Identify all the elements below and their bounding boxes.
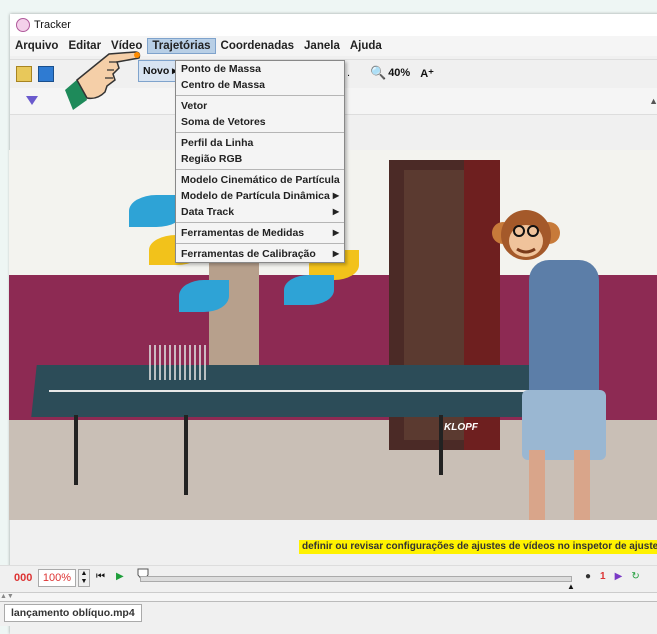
menu-item[interactable]: Ferramentas de Medidas ▶	[176, 225, 344, 241]
person-leg	[529, 450, 545, 520]
submenu-arrow-icon: ▶	[332, 207, 339, 216]
zoom-level: 40%	[388, 67, 411, 79]
font-size-icon[interactable]: A⁺	[420, 67, 434, 80]
zoom-control[interactable]: 🔍 40% A⁺	[370, 65, 434, 81]
video-tab[interactable]: lançamento oblíquo.mp4	[4, 604, 142, 622]
menu-item[interactable]: Data Track ▶	[176, 204, 344, 220]
title-bar: Tracker	[10, 14, 657, 36]
track-dropdown-icon[interactable]	[26, 96, 38, 105]
menu-item[interactable]: Região RGB	[176, 151, 344, 167]
magnifier-icon: 🔍	[370, 65, 387, 80]
pointing-hand-icon	[65, 51, 141, 110]
status-hint: definir ou revisar configurações de ajus…	[299, 540, 657, 554]
submenu-arrow-icon: ▶	[332, 249, 339, 258]
menu-trajetorias[interactable]: Trajetórias	[147, 38, 216, 54]
menu-item-label: Soma de Vetores	[181, 116, 266, 128]
menu-separator	[176, 243, 344, 244]
novo-label: Novo	[143, 65, 170, 77]
menu-item-label: Região RGB	[181, 153, 243, 165]
menu-item[interactable]: Vetor	[176, 98, 344, 114]
menu-item-label: Modelo Cinemático de Partícula	[181, 174, 340, 186]
frame-counter[interactable]: 000	[14, 572, 32, 584]
menu-item-label: Perfil da Linha	[181, 137, 254, 149]
menu-separator	[176, 222, 344, 223]
end-marker-icon[interactable]: ▲	[567, 582, 575, 591]
playback-speed-field[interactable]: 100%	[38, 569, 76, 587]
menu-item[interactable]: Ferramentas de Calibração ▶	[176, 246, 344, 262]
step-controls: ● 1 ▶ ↻	[585, 571, 640, 582]
menu-item[interactable]: Perfil da Linha	[176, 135, 344, 151]
video-tab-bar: lançamento oblíquo.mp4	[0, 601, 657, 626]
menu-separator	[176, 169, 344, 170]
menu-item[interactable]: Ponto de Massa	[176, 61, 344, 77]
menu-item-label: Ferramentas de Medidas	[181, 227, 305, 239]
table-brand: KLOPF	[444, 422, 479, 432]
menu-coordenadas[interactable]: Coordenadas	[216, 38, 300, 54]
leaf-mural	[179, 280, 229, 312]
collapse-arrow-icon[interactable]: ▲	[649, 96, 657, 106]
step-back-icon[interactable]: ⏮	[96, 571, 105, 582]
submenu-arrow-icon: ▶	[332, 191, 339, 200]
table-leg	[74, 415, 78, 485]
step-size-icon[interactable]: ●	[585, 571, 591, 582]
leaf-mural	[284, 275, 334, 305]
menu-janela[interactable]: Janela	[299, 38, 345, 54]
menu-item-label: Modelo de Partícula Dinâmica	[181, 190, 330, 202]
speed-spinner[interactable]: ▲ ▼	[78, 569, 90, 587]
novo-dropdown-menu: Ponto de Massa Centro de Massa Vetor Soma d…	[175, 60, 345, 263]
save-icon[interactable]	[38, 66, 54, 82]
menu-item[interactable]: Modelo Cinemático de Partícula	[176, 172, 344, 188]
menu-separator	[176, 132, 344, 133]
menu-item-label: Ponto de Massa	[181, 63, 261, 75]
monkey-emoji-icon	[492, 210, 560, 260]
toolbar-dropdown-arrow[interactable]: .	[347, 67, 350, 79]
player-controls: 000 100% ▲ ▼ ⏮ ▶ ▲ ● 1 ▶ ↻	[0, 565, 657, 592]
tracker-app-icon	[16, 18, 30, 32]
loop-icon[interactable]: ↻	[631, 571, 639, 582]
menu-item-label: Data Track	[181, 206, 235, 218]
window-title: Tracker	[34, 19, 71, 31]
person-leg	[574, 450, 590, 520]
table-net	[149, 345, 209, 380]
table-center-line	[49, 390, 539, 392]
step-forward-icon[interactable]: ▶	[615, 571, 623, 582]
table-leg	[184, 415, 188, 495]
play-icon[interactable]: ▶	[116, 571, 124, 582]
menu-item-label: Centro de Massa	[181, 79, 266, 91]
menu-ajuda[interactable]: Ajuda	[345, 38, 387, 54]
step-size-value[interactable]: 1	[600, 571, 606, 582]
table-leg	[439, 415, 443, 475]
menu-item[interactable]: Soma de Vetores	[176, 114, 344, 130]
menu-arquivo[interactable]: Arquivo	[10, 38, 63, 54]
video-slider[interactable]	[140, 576, 572, 582]
open-file-icon[interactable]	[16, 66, 32, 82]
menu-item-label: Ferramentas de Calibração	[181, 248, 316, 260]
menu-separator	[176, 95, 344, 96]
table-brand-mark: KLOPF	[444, 422, 479, 432]
menu-item[interactable]: Modelo de Partícula Dinâmica ▶	[176, 188, 344, 204]
menu-item-label: Vetor	[181, 100, 208, 112]
submenu-arrow-icon: ▶	[332, 228, 339, 237]
menu-item[interactable]: Centro de Massa	[176, 77, 344, 93]
